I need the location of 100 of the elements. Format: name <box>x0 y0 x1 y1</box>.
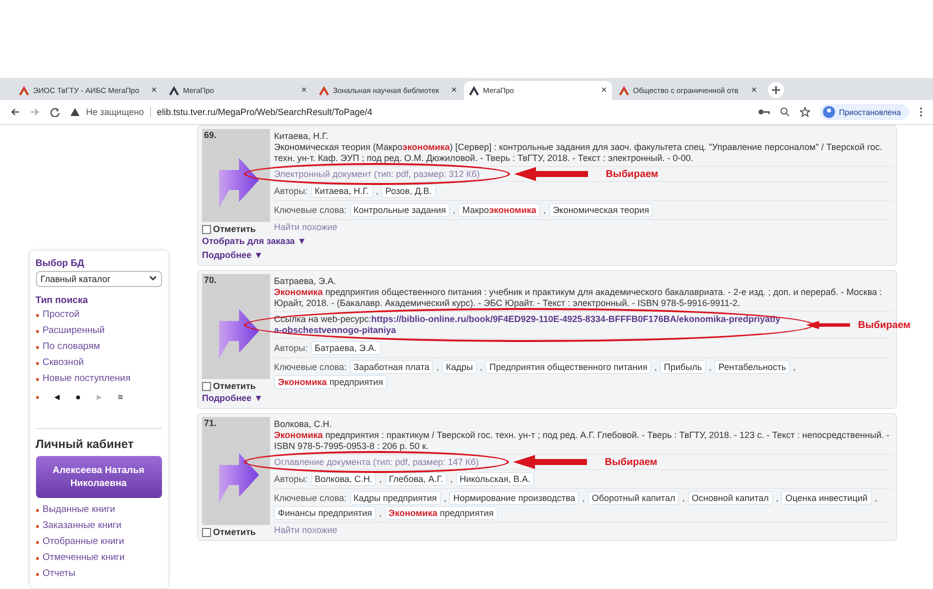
record-description: Экономика предприятия : практикум / Тверской гос. техн. ун-т ; под ред. А.Г. Глебовой. - Тверь : ТвГТУ, 2018. - 123 с. - Текст : непосредственный. - ISBN 978-5-7995-0953-8 : 206 р. 50 к. <box>274 430 890 452</box>
search-type-link[interactable]: Сквозной <box>42 356 84 370</box>
close-icon[interactable]: × <box>301 85 307 96</box>
database-select[interactable]: Главный каталог <box>36 271 162 287</box>
chevron-icon <box>148 274 156 282</box>
close-icon[interactable]: × <box>151 85 157 96</box>
search-type-link[interactable]: По словарям <box>42 340 100 354</box>
security-label[interactable]: Не защищено <box>86 107 144 117</box>
keyword-link[interactable]: Экономика предприятия <box>274 375 388 389</box>
authors-label: Авторы: <box>274 185 308 197</box>
author-link[interactable]: Китаева, Н.Г. <box>310 184 373 198</box>
pager-control[interactable]: ◄ <box>52 392 62 402</box>
separator-comma: , <box>480 361 482 373</box>
avatar-icon <box>822 106 835 118</box>
separator-comma: , <box>582 492 585 504</box>
reload-icon[interactable] <box>50 107 60 117</box>
pager-control[interactable]: ● <box>75 392 81 402</box>
record-number: 70. <box>203 274 218 286</box>
record-description: Экономика предприятия общественного питания : учебник и практикум для академического бакалавриата. - 2-е изд. ; доп. и перераб. - Москва : Юрайт, 2018. - (Бакалавр. Академический курс). - ЭБС Юрайт. - Текст : электронный. - ISBN 978-5-9916-9911-2. <box>274 287 884 309</box>
separator-comma: , <box>450 473 453 485</box>
keyword-link[interactable]: Экономика предприятия <box>384 506 498 520</box>
author-link[interactable]: Волкова, С.Н. <box>310 472 376 486</box>
pager-control[interactable]: ≡ <box>118 392 124 402</box>
key-icon[interactable] <box>758 107 770 117</box>
expand-link[interactable]: Подробнее ▼ <box>202 250 263 260</box>
keyword-link[interactable]: Основной капитал <box>688 491 773 505</box>
url-field[interactable]: elib.tstu.tver.ru/MegaPro/Web/SearchResult/ToPage/4 <box>150 107 372 117</box>
record-author: Батраева, Э.А. <box>274 276 338 287</box>
document-link[interactable]: Электронный документ (тип: pdf, размер: 312 Кб) <box>274 169 480 179</box>
site-icon <box>19 86 29 96</box>
separator-comma: , <box>452 204 456 216</box>
find-similar-link[interactable]: Найти похожие <box>274 222 338 232</box>
search-type-link[interactable]: Расширенный <box>42 324 105 338</box>
profile-button[interactable]: Приостановлена <box>820 104 909 120</box>
web-resource-link[interactable]: Ссылка на web-ресурс:https://biblio-online.ru/book/9F4ED929-110E-4925-8334-BFFFB0F176BA/ekonomika-predpriyatiya-obschestvennogo-pitaniya <box>274 314 784 336</box>
author-link[interactable]: Розов, Д.В. <box>381 184 436 198</box>
user-button[interactable]: Алексеева Наталья Николаевна <box>36 456 162 498</box>
authors-label: Авторы: <box>274 473 308 485</box>
zoom-icon[interactable] <box>780 107 790 117</box>
annotation-label: Выбираем <box>604 456 658 468</box>
keyword-link[interactable]: Макроэкономика <box>458 203 540 217</box>
cabinet-link[interactable]: Отобранные книги <box>42 535 124 549</box>
keyword-link[interactable]: Кадры предприятия <box>350 491 441 505</box>
star-icon[interactable] <box>800 107 810 117</box>
record-number: 71. <box>203 417 218 429</box>
menu-icon[interactable] <box>919 107 923 117</box>
author-link[interactable]: Никольская, В.А. <box>456 472 534 486</box>
mark-checkbox[interactable]: Отметить <box>202 222 270 234</box>
cabinet-link[interactable]: Выданные книги <box>42 503 116 517</box>
authors-label: Авторы: <box>274 342 308 354</box>
site-icon <box>319 86 329 96</box>
section-title: Тип поиска <box>36 295 89 306</box>
separator-comma: , <box>379 507 382 519</box>
annotation-label: Выбираем <box>606 168 658 180</box>
author-link[interactable]: Глебова, А.Г. <box>384 472 448 486</box>
cabinet-link[interactable]: Отчеты <box>42 567 76 581</box>
keyword-link[interactable]: Заработная плата <box>350 360 434 374</box>
expand-link[interactable]: Отобрать для заказа ▼ <box>202 236 306 246</box>
search-type-link[interactable]: Простой <box>42 308 80 322</box>
separator-comma: , <box>376 185 378 197</box>
close-icon[interactable]: × <box>751 85 757 96</box>
record-author: Волкова, С.Н. <box>274 419 333 430</box>
close-icon[interactable]: × <box>451 85 457 96</box>
expand-link[interactable]: Подробнее ▼ <box>202 393 263 403</box>
warning-icon <box>70 107 80 117</box>
separator-comma: , <box>543 204 546 216</box>
site-icon <box>469 86 479 96</box>
keywords-label: Ключевые слова: <box>274 361 347 373</box>
record-number: 69. <box>203 129 218 141</box>
keywords-label: Ключевые слова: <box>274 204 347 216</box>
keyword-link[interactable]: Рентабельность <box>714 360 790 374</box>
keyword-link[interactable]: Предприятия общественного питания <box>485 360 652 374</box>
cabinet-link[interactable]: Отмеченные книги <box>42 551 125 565</box>
mark-checkbox[interactable]: Отметить <box>202 525 270 537</box>
find-similar-link[interactable]: Найти похожие <box>274 525 338 535</box>
separator-comma: , <box>874 492 878 504</box>
cabinet-link[interactable]: Заказанные книги <box>42 519 122 533</box>
annotation-label: Выбираем <box>858 320 911 330</box>
site-icon <box>619 86 629 96</box>
author-link[interactable]: Батраева, Э.А. <box>310 341 381 355</box>
search-type-link[interactable]: Новые поступления <box>42 372 130 386</box>
keyword-link[interactable]: Контрольные задания <box>350 203 450 217</box>
keyword-link[interactable]: Оборотный капитал <box>588 491 680 505</box>
keyword-link[interactable]: Нормирование производства <box>449 491 580 505</box>
separator-comma: , <box>654 361 657 373</box>
close-icon[interactable]: × <box>601 85 607 96</box>
site-icon <box>169 86 179 96</box>
keyword-link[interactable]: Финансы предприятия <box>274 506 376 520</box>
back-icon[interactable] <box>10 107 20 117</box>
separator-comma: , <box>379 473 382 485</box>
mark-checkbox[interactable]: Отметить <box>202 379 270 391</box>
record-author: Китаева, Н.Г. <box>274 131 330 142</box>
keyword-link[interactable]: Оценка инвестиций <box>781 491 872 505</box>
separator-comma: , <box>436 361 439 373</box>
keyword-link[interactable]: Кадры <box>442 360 477 374</box>
document-link[interactable]: Оглавление документа (тип: pdf, размер: 147 Кб) <box>274 457 479 467</box>
separator-comma: , <box>793 361 796 373</box>
separator-comma: , <box>682 492 685 504</box>
keyword-link[interactable]: Прибыль <box>660 360 706 374</box>
keyword-link[interactable]: Экономическая теория <box>548 203 654 217</box>
